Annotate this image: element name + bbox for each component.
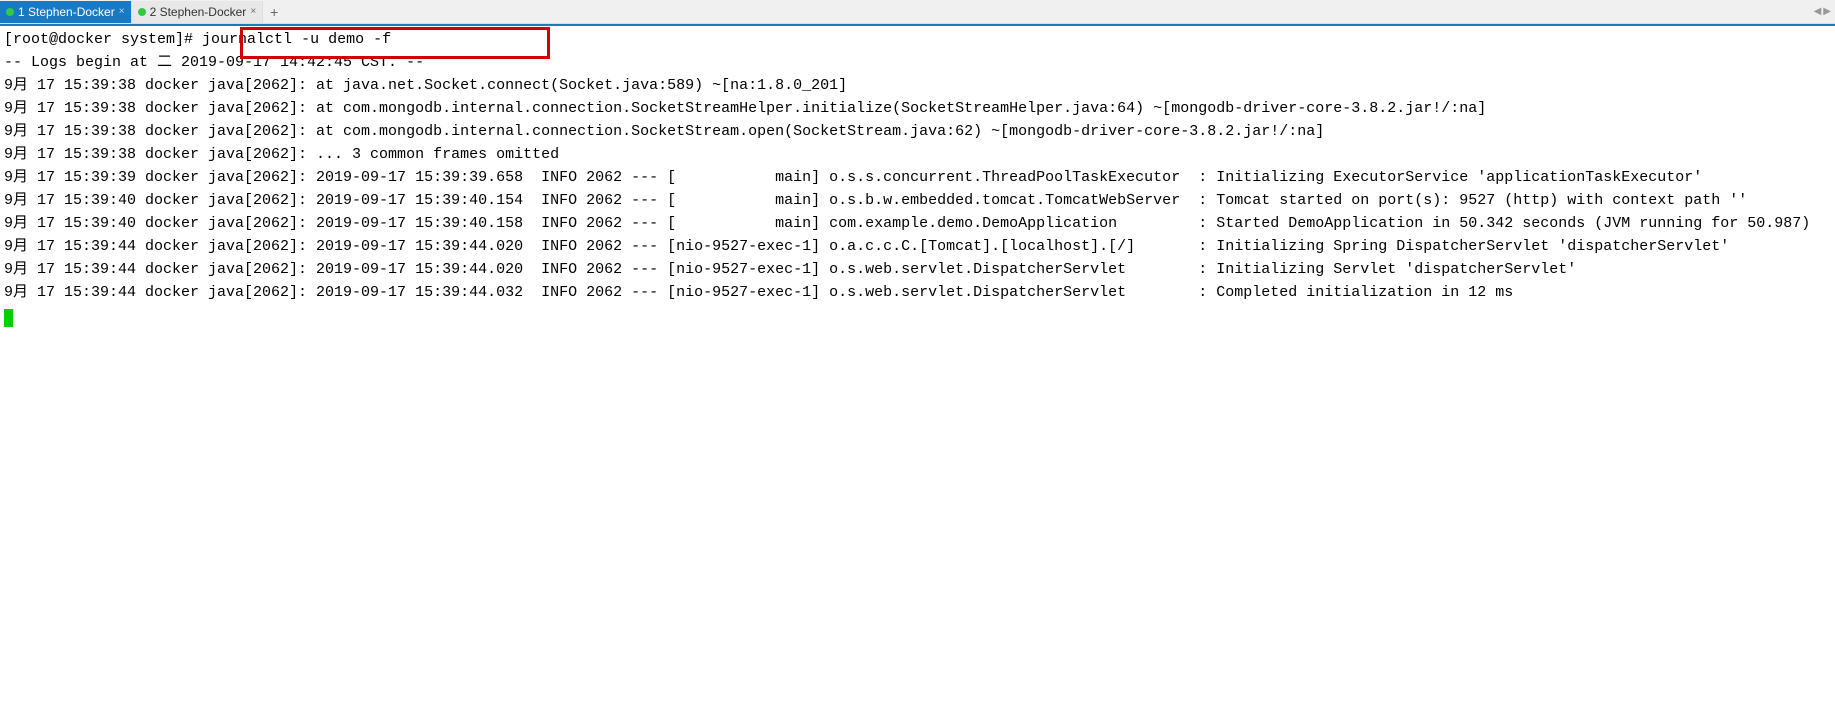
tab-bar: 1 Stephen-Docker×2 Stephen-Docker× + ◀ ▶ bbox=[0, 0, 1835, 24]
terminal-panel[interactable]: [root@docker system]# journalctl -u demo… bbox=[0, 24, 1835, 329]
terminal-output[interactable]: [root@docker system]# journalctl -u demo… bbox=[0, 26, 1835, 329]
cursor-line[interactable] bbox=[4, 304, 1831, 327]
close-icon[interactable]: × bbox=[250, 6, 256, 17]
session-tab-2[interactable]: 2 Stephen-Docker× bbox=[132, 1, 264, 23]
log-line: 9月 17 15:39:38 docker java[2062]: at jav… bbox=[4, 74, 1831, 97]
log-line: 9月 17 15:39:44 docker java[2062]: 2019-0… bbox=[4, 235, 1831, 258]
log-line: 9月 17 15:39:40 docker java[2062]: 2019-0… bbox=[4, 189, 1831, 212]
log-line: -- Logs begin at 二 2019-09-17 14:42:45 C… bbox=[4, 51, 1831, 74]
tab-nav-arrows[interactable]: ◀ ▶ bbox=[1814, 6, 1831, 17]
log-line: 9月 17 15:39:40 docker java[2062]: 2019-0… bbox=[4, 212, 1831, 235]
terminal-cursor bbox=[4, 309, 13, 327]
log-line: 9月 17 15:39:39 docker java[2062]: 2019-0… bbox=[4, 166, 1831, 189]
shell-prompt: [root@docker system]# bbox=[4, 31, 202, 48]
status-dot-icon bbox=[6, 8, 14, 16]
log-line: 9月 17 15:39:38 docker java[2062]: at com… bbox=[4, 120, 1831, 143]
log-line: 9月 17 15:39:44 docker java[2062]: 2019-0… bbox=[4, 281, 1831, 304]
prompt-line: [root@docker system]# journalctl -u demo… bbox=[4, 28, 1831, 51]
tab-nav-right-icon[interactable]: ▶ bbox=[1823, 6, 1831, 17]
status-dot-icon bbox=[138, 8, 146, 16]
tab-label: 1 Stephen-Docker bbox=[18, 5, 115, 19]
close-icon[interactable]: × bbox=[119, 6, 125, 17]
tab-nav-left-icon[interactable]: ◀ bbox=[1814, 6, 1822, 17]
tab-label: 2 Stephen-Docker bbox=[150, 5, 247, 19]
log-line: 9月 17 15:39:38 docker java[2062]: at com… bbox=[4, 97, 1831, 120]
log-line: 9月 17 15:39:44 docker java[2062]: 2019-0… bbox=[4, 258, 1831, 281]
log-line: 9月 17 15:39:38 docker java[2062]: ... 3 … bbox=[4, 143, 1831, 166]
new-tab-button[interactable]: + bbox=[263, 4, 285, 20]
session-tab-1[interactable]: 1 Stephen-Docker × bbox=[0, 1, 132, 23]
shell-command: journalctl -u demo -f bbox=[202, 31, 391, 48]
